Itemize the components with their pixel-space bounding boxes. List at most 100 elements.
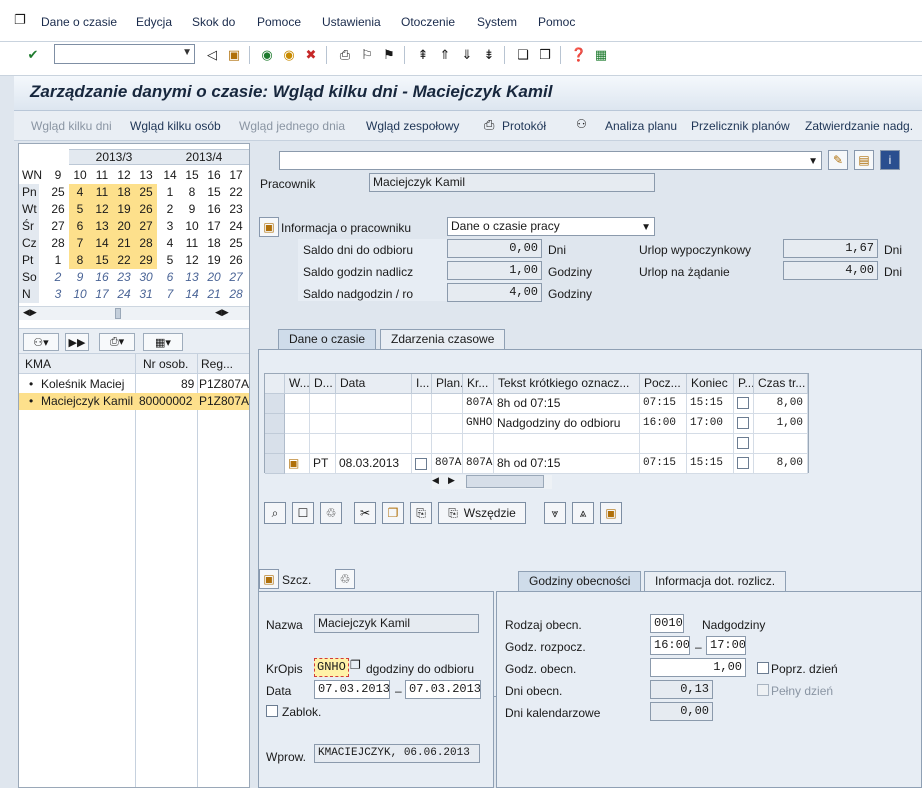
scroll-thumb[interactable]: [115, 308, 121, 319]
cancel-icon[interactable]: ✖: [302, 46, 320, 64]
find-icon[interactable]: ⚐: [358, 46, 376, 64]
plan-calculator-button[interactable]: Przelicznik planów: [691, 119, 790, 133]
blocked-checkbox[interactable]: [266, 705, 278, 717]
copy-icon[interactable]: ❐: [350, 658, 361, 672]
calendar-day[interactable]: 10: [69, 286, 91, 303]
calendar-day[interactable]: 23: [225, 201, 247, 218]
team-view-button[interactable]: Wgląd zespołowy: [366, 119, 459, 133]
menu-icon[interactable]: ❐: [14, 12, 26, 28]
table-cell[interactable]: 15:15: [687, 394, 734, 414]
fast-forward-icon[interactable]: ▶▶: [65, 333, 89, 351]
table-cell[interactable]: PT: [310, 454, 336, 474]
start-from-field[interactable]: 16:00: [650, 636, 690, 655]
row-selector[interactable]: [265, 414, 285, 434]
calendar-day[interactable]: 16: [203, 201, 225, 218]
calendar-day[interactable]: 18: [203, 235, 225, 252]
calendar-day[interactable]: 25: [135, 184, 157, 201]
calendar-day[interactable]: 1: [47, 252, 69, 269]
col-hours[interactable]: Czas tr...: [754, 374, 808, 394]
calendar-day[interactable]: 11: [181, 235, 203, 252]
full-day-checkbox[interactable]: [757, 684, 769, 696]
calendar-day[interactable]: 28: [225, 286, 247, 303]
table-cell[interactable]: [734, 454, 754, 474]
menu-pomoc[interactable]: Pomoc: [538, 15, 575, 29]
menu-edycja[interactable]: Edycja: [136, 15, 172, 29]
table-cell[interactable]: 07:15: [640, 394, 687, 414]
table-cell[interactable]: [432, 394, 463, 414]
calendar-day[interactable]: 25: [47, 184, 69, 201]
calendar-day[interactable]: 18: [113, 184, 135, 201]
calendar-day[interactable]: 26: [47, 201, 69, 218]
calendar-day[interactable]: 20: [113, 218, 135, 235]
calendar-day[interactable]: 22: [225, 184, 247, 201]
table-cell[interactable]: Nadgodziny do odbioru: [494, 414, 640, 434]
table-cell[interactable]: [285, 394, 310, 414]
calendar-day[interactable]: 11: [91, 184, 113, 201]
calendar-day[interactable]: 14: [91, 235, 113, 252]
layout-icon[interactable]: ▦: [592, 46, 610, 64]
calendar-day[interactable]: 19: [113, 201, 135, 218]
calendar-day[interactable]: 3: [159, 218, 181, 235]
overtime-approval-button[interactable]: Zatwierdzanie nadg.: [805, 119, 913, 133]
prev-page-icon[interactable]: ⇑: [436, 46, 454, 64]
calendar-day[interactable]: 30: [135, 269, 157, 286]
shortcut-icon[interactable]: ❒: [536, 46, 554, 64]
folder-icon[interactable]: ▣: [259, 569, 279, 589]
tab-settlement-info[interactable]: Informacja dot. rozlicz.: [644, 571, 787, 591]
calendar-scrollbar[interactable]: ◀▶ ◀▶: [19, 306, 249, 320]
table-cell[interactable]: 16:00: [640, 414, 687, 434]
last-page-icon[interactable]: ⇟: [480, 46, 498, 64]
print-icon[interactable]: ⎙: [336, 46, 354, 64]
copy-icon[interactable]: ❐: [382, 502, 404, 524]
next-page-icon[interactable]: ⇓: [458, 46, 476, 64]
table-cell[interactable]: [336, 434, 412, 454]
table-cell[interactable]: ▣: [285, 454, 310, 474]
calendar-day[interactable]: 17: [91, 286, 113, 303]
kropis-code-field[interactable]: GNHO: [314, 658, 349, 677]
back-arrow-icon[interactable]: ◁: [203, 46, 221, 64]
table-cell[interactable]: 807A: [463, 394, 494, 414]
command-field[interactable]: ▼: [54, 44, 195, 64]
table-cell[interactable]: [432, 434, 463, 454]
table-cell[interactable]: [754, 434, 808, 454]
first-page-icon[interactable]: ⇞: [414, 46, 432, 64]
attendance-type-code[interactable]: 0010: [650, 614, 684, 633]
col-reg[interactable]: Reg...: [201, 357, 233, 371]
row-selector[interactable]: [265, 394, 285, 414]
calendar-day[interactable]: 21: [113, 235, 135, 252]
scroll-right-icon[interactable]: ◀▶: [215, 307, 229, 318]
cut-icon[interactable]: ✂: [354, 502, 376, 524]
table-cell[interactable]: [336, 414, 412, 434]
table-cell[interactable]: [310, 394, 336, 414]
calendar-day[interactable]: 27: [47, 218, 69, 235]
calendar-day[interactable]: 8: [69, 252, 91, 269]
calendar-day[interactable]: 27: [225, 269, 247, 286]
date-from-field[interactable]: 07.03.2013: [314, 680, 390, 699]
folder-icon[interactable]: ▣: [288, 456, 299, 470]
tab-attendance-hours[interactable]: Godziny obecności: [518, 571, 642, 591]
col-date[interactable]: Data: [336, 374, 412, 394]
layout-list-icon[interactable]: ▦▾: [143, 333, 183, 351]
protocol-button[interactable]: Protokół: [502, 119, 546, 133]
calendar-day[interactable]: 8: [181, 184, 203, 201]
col-plan[interactable]: Plan.: [432, 374, 463, 394]
calendar-day[interactable]: 14: [181, 286, 203, 303]
menu-skok-do[interactable]: Skok do: [192, 15, 235, 29]
sort-down-icon[interactable]: ⩔: [544, 502, 566, 524]
table-cell[interactable]: 1,00: [754, 414, 808, 434]
calendar-day[interactable]: 28: [47, 235, 69, 252]
calendar-day[interactable]: 25: [225, 235, 247, 252]
table-cell[interactable]: [285, 414, 310, 434]
col-i[interactable]: I...: [412, 374, 432, 394]
calendar-day[interactable]: 20: [203, 269, 225, 286]
col-w[interactable]: W...: [285, 374, 310, 394]
table-cell[interactable]: 8,00: [754, 394, 808, 414]
calendar-day[interactable]: 22: [113, 252, 135, 269]
row-checkbox[interactable]: [737, 437, 749, 449]
calendar-day[interactable]: 15: [91, 252, 113, 269]
tab-time-data[interactable]: Dane o czasie: [278, 329, 377, 349]
calendar-day[interactable]: 5: [69, 201, 91, 218]
details-icon[interactable]: ⌕: [264, 502, 286, 524]
calendar-day[interactable]: 27: [135, 218, 157, 235]
calendar-day[interactable]: 21: [203, 286, 225, 303]
